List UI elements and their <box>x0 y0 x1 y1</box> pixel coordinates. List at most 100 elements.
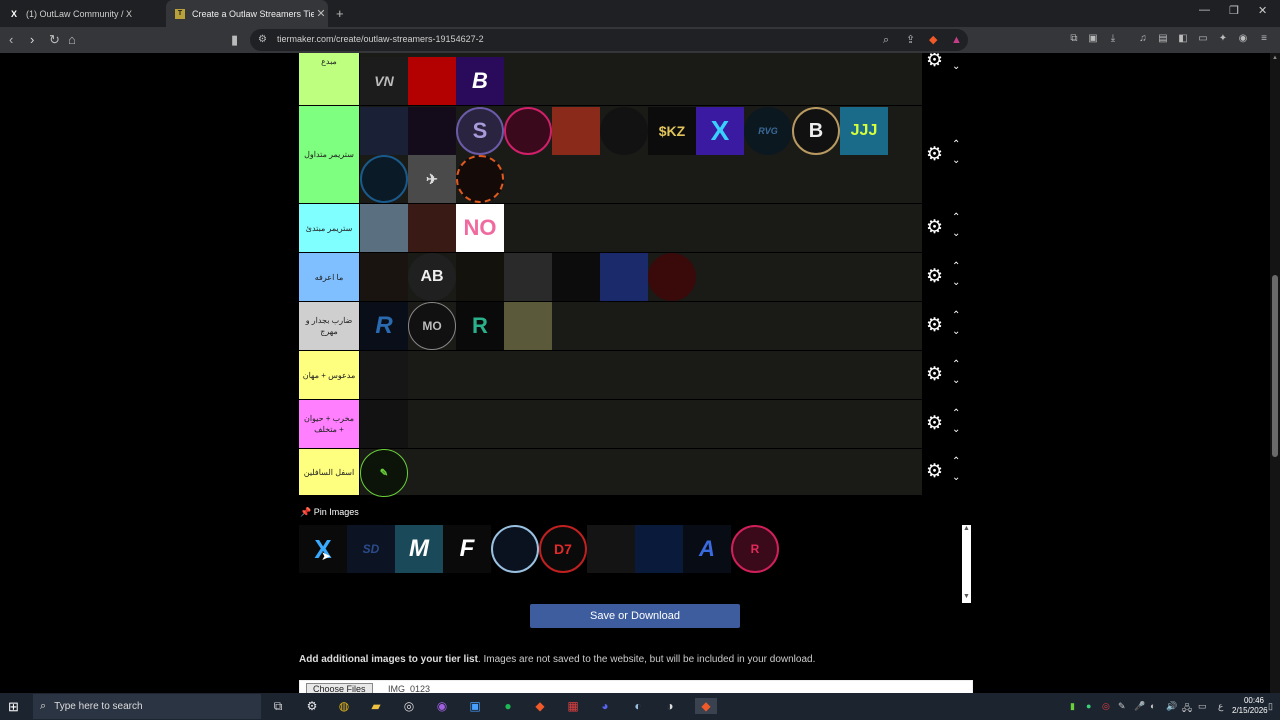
page-scrollbar[interactable]: ▲ <box>1270 53 1280 693</box>
file-explorer-icon[interactable]: ▰ <box>368 698 384 714</box>
chevron-up-icon[interactable]: ⌃ <box>952 213 960 223</box>
tray-icon[interactable]: ◎ <box>1102 701 1110 712</box>
streamer-image[interactable] <box>360 107 408 155</box>
discord-icon[interactable]: ◕ <box>597 698 613 714</box>
volume-icon[interactable]: 🔊 <box>1166 701 1177 712</box>
tier-label[interactable]: ما اعرفه <box>299 253 359 301</box>
bookmark-icon[interactable]: ▮ <box>231 32 238 48</box>
tier-drop-zone[interactable] <box>360 400 922 448</box>
tier-drop-zone[interactable] <box>360 351 922 399</box>
extensions-icon[interactable]: ⧉ <box>1068 33 1080 45</box>
pool-image[interactable]: A <box>683 525 731 573</box>
pool-scrollbar[interactable]: ▲ ▼ <box>962 525 971 603</box>
streamer-image[interactable]: ✈ <box>408 155 456 203</box>
network-icon[interactable]: 🖧 <box>1182 701 1192 717</box>
sidebar-icon[interactable]: ◧ <box>1177 33 1189 45</box>
media-icon[interactable]: ♫ <box>1137 33 1149 45</box>
chevron-down-icon[interactable]: ⌄ <box>952 156 960 166</box>
chevron-up-icon[interactable]: ⌃ <box>952 311 960 321</box>
menu-icon[interactable]: ≡ <box>1258 33 1270 45</box>
streamer-image[interactable] <box>600 253 648 301</box>
streamer-image[interactable]: JJJ <box>840 107 888 155</box>
microphone-icon[interactable]: 🎤 <box>1134 701 1145 712</box>
gear-icon[interactable]: ⚙ <box>926 267 943 286</box>
gear-icon[interactable]: ⚙ <box>926 145 943 164</box>
streamer-image[interactable]: R <box>360 302 408 350</box>
tier-label[interactable]: مدعوس + مهان <box>299 351 359 399</box>
tray-icon[interactable]: ▮ <box>1070 701 1075 712</box>
spotify-icon[interactable]: ● <box>500 698 516 714</box>
chevron-down-icon[interactable]: ⌄ <box>952 229 960 239</box>
streamer-image[interactable] <box>408 204 456 252</box>
taskbar-clock[interactable]: 00:46 2/15/2026 <box>1232 696 1268 716</box>
task-view-icon[interactable]: ⧉ <box>270 698 286 714</box>
settings-app-icon[interactable]: ⚙ <box>304 698 320 714</box>
tray-icon[interactable]: ✎ <box>1118 701 1126 712</box>
scroll-up-icon[interactable]: ▲ <box>1272 55 1278 61</box>
scroll-down-icon[interactable]: ▼ <box>963 593 970 600</box>
language-indicator[interactable]: ع <box>1218 701 1223 712</box>
pool-image[interactable]: R <box>731 525 779 573</box>
site-info-icon[interactable]: ⚙ <box>258 32 267 48</box>
chevron-up-icon[interactable]: ⌃ <box>952 140 960 150</box>
taskbar-search[interactable]: ⌕ Type here to search <box>33 694 261 719</box>
steam-tray-icon[interactable]: ◐ <box>1150 701 1155 711</box>
streamer-image[interactable]: B <box>792 107 840 155</box>
streamer-image[interactable] <box>456 253 504 301</box>
tier-drop-zone[interactable]: AB <box>360 253 922 301</box>
home-icon[interactable]: ⌂ <box>68 32 76 48</box>
unranked-images-pool[interactable]: X SD M F D7 A R ➤ <box>299 525 971 601</box>
streamer-image[interactable]: ✎ <box>360 449 408 497</box>
app-icon[interactable]: ◉ <box>434 698 450 714</box>
streamer-image[interactable] <box>552 107 600 155</box>
tier-drop-zone[interactable]: R MO R <box>360 302 922 350</box>
chevron-up-icon[interactable]: ⌃ <box>952 457 960 467</box>
tray-icon[interactable]: ● <box>1086 701 1091 711</box>
gear-icon[interactable]: ⚙ <box>926 414 943 433</box>
streamer-image[interactable] <box>504 107 552 155</box>
gear-icon[interactable]: ⚙ <box>926 462 943 481</box>
streamer-image[interactable] <box>408 107 456 155</box>
file-upload-input[interactable]: Choose Files IMG_0123 <box>299 680 973 693</box>
pool-image[interactable]: SD <box>347 525 395 573</box>
tier-drop-zone[interactable]: ✎ <box>360 449 922 497</box>
scrollbar-thumb[interactable] <box>1272 275 1278 457</box>
chevron-down-icon[interactable]: ⌄ <box>952 278 960 288</box>
share-icon[interactable]: ⇪ <box>906 32 915 48</box>
tier-drop-zone[interactable]: NO <box>360 204 922 252</box>
gear-icon[interactable]: ⚙ <box>926 53 943 70</box>
close-window-icon[interactable]: ✕ <box>1258 4 1267 17</box>
streamer-image[interactable]: $KZ <box>648 107 696 155</box>
close-tab-icon[interactable]: ✕ <box>314 7 328 20</box>
forward-icon[interactable]: › <box>30 32 34 48</box>
tier-label[interactable]: اسفل السافلين <box>299 449 359 495</box>
streamer-image[interactable] <box>360 253 408 301</box>
brave-rewards-icon[interactable]: ▲ <box>951 32 962 48</box>
streamer-image[interactable] <box>360 155 408 203</box>
streamer-image[interactable]: NO <box>456 204 504 252</box>
restore-icon[interactable]: ❐ <box>1229 4 1239 17</box>
streamer-image[interactable]: VN <box>360 57 408 105</box>
streamer-image[interactable] <box>552 253 600 301</box>
new-tab-icon[interactable]: + <box>336 6 344 21</box>
tier-drop-zone[interactable]: VN B <box>360 53 922 105</box>
streamer-image[interactable] <box>648 253 696 301</box>
vpn-icon[interactable]: ◉ <box>1237 33 1249 45</box>
wallet-icon[interactable]: ▭ <box>1197 33 1209 45</box>
chrome-icon[interactable]: ◍ <box>336 698 352 714</box>
pool-image[interactable] <box>635 525 683 573</box>
reload-icon[interactable]: ↻ <box>49 32 60 48</box>
streamer-image[interactable] <box>360 204 408 252</box>
obs-icon[interactable]: ◎ <box>401 698 417 714</box>
pool-image[interactable] <box>587 525 635 573</box>
choose-files-button[interactable]: Choose Files <box>306 683 373 693</box>
streamer-image[interactable]: X <box>696 107 744 155</box>
pool-image[interactable] <box>491 525 539 573</box>
chevron-down-icon[interactable]: ⌄ <box>952 376 960 386</box>
brave-shield-icon[interactable]: ◆ <box>929 32 937 48</box>
chevron-up-icon[interactable]: ⌃ <box>952 409 960 419</box>
leo-icon[interactable]: ✦ <box>1217 33 1229 45</box>
streamer-image[interactable]: RVG <box>744 107 792 155</box>
pool-image[interactable]: M <box>395 525 443 573</box>
streamer-image[interactable]: S <box>456 107 504 155</box>
